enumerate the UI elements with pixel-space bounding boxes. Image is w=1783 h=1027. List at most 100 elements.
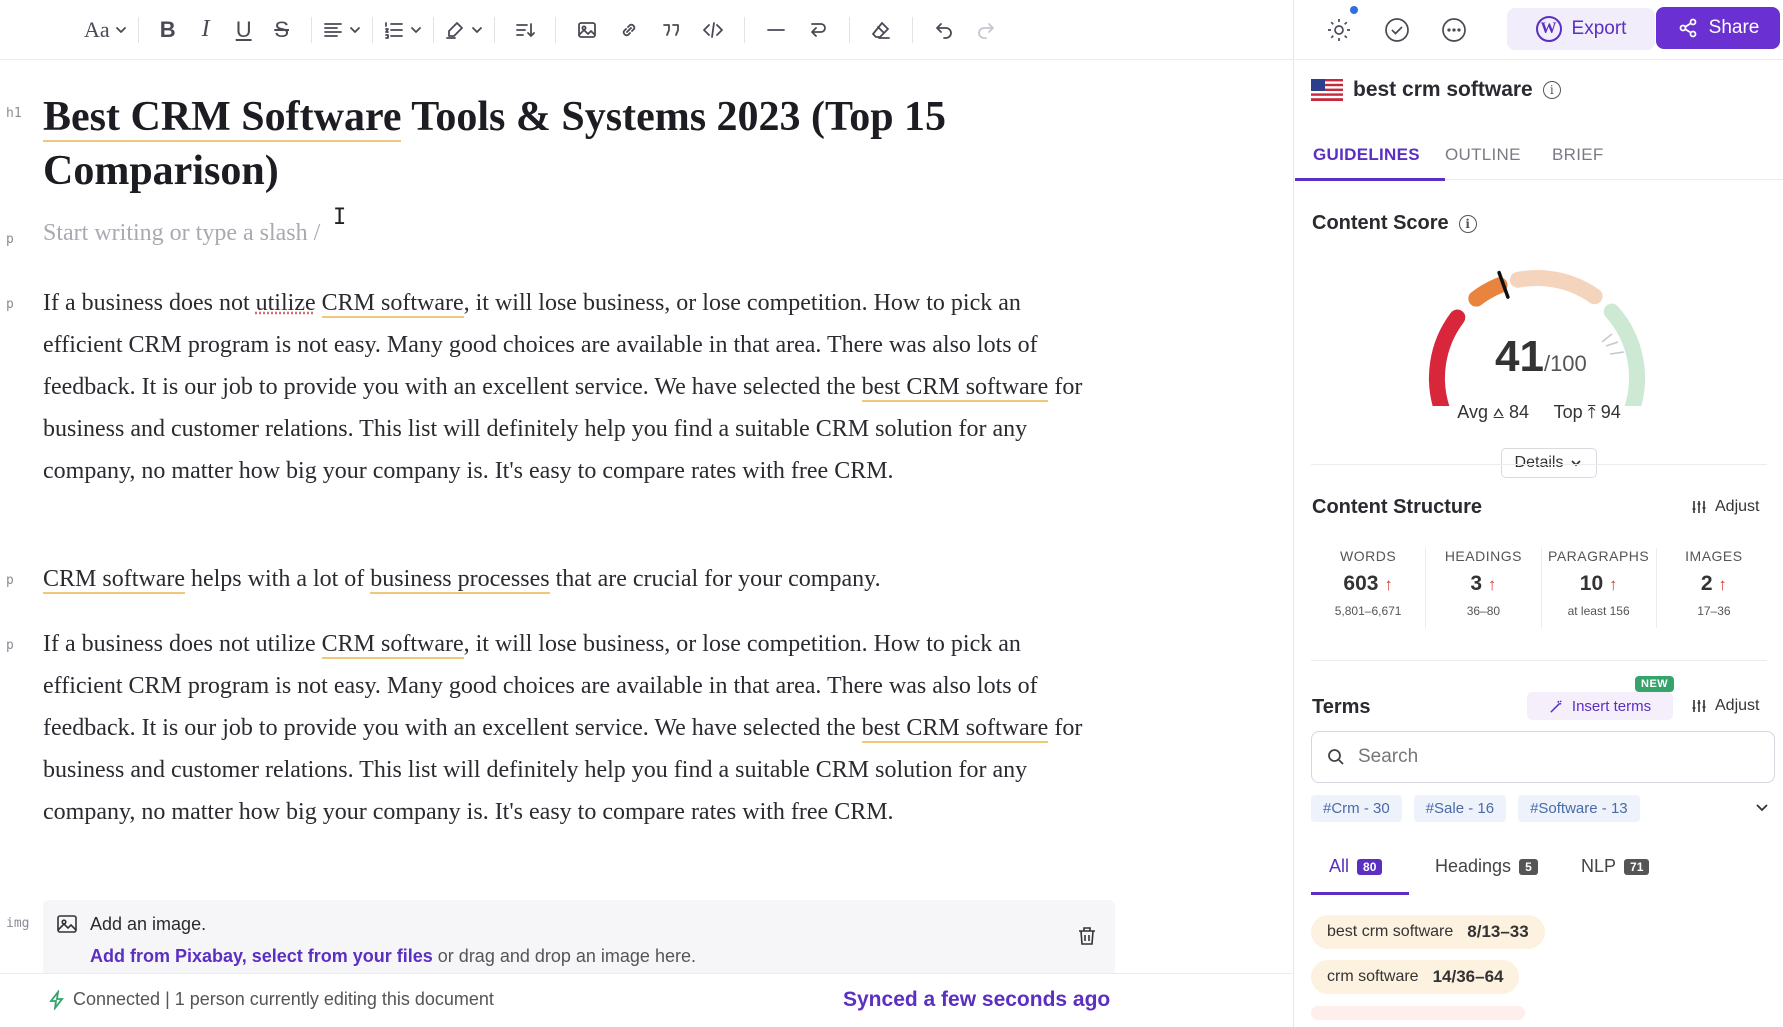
topic-chip[interactable]: #Sale - 16 (1413, 795, 1507, 822)
keyword-highlight[interactable]: CRM software (321, 631, 464, 659)
term-item[interactable]: crm software 14/36–64 (1311, 960, 1520, 994)
more-icon (1442, 18, 1466, 42)
keyword-highlight[interactable]: business processes (370, 566, 550, 594)
keyword-highlight[interactable]: CRM software (321, 290, 464, 318)
italic-button[interactable]: I (187, 10, 225, 50)
insert-terms-label: Insert terms (1571, 697, 1652, 715)
gauge-segment-green (1603, 303, 1646, 406)
target-keyword: best crm software i (1311, 78, 1561, 102)
block-tag-h1: h1 (6, 106, 22, 121)
redo-button[interactable] (965, 10, 1007, 50)
filter-tab-nlp[interactable]: NLP 71 (1581, 856, 1650, 877)
list-button[interactable] (383, 10, 423, 50)
term-count: 14/36–64 (1432, 967, 1504, 986)
content-structure-title: Content Structure (1312, 496, 1482, 518)
filter-tab-label: All (1329, 856, 1350, 876)
bold-button[interactable]: B (149, 10, 187, 50)
terms-search-input[interactable] (1358, 746, 1738, 768)
details-button[interactable]: Details (1501, 448, 1597, 478)
chevron-down-icon (471, 26, 482, 33)
stat-label: PARAGRAPHS (1548, 548, 1650, 564)
more-options-button[interactable] (1438, 14, 1470, 46)
stat-range: at least 156 (1567, 604, 1630, 618)
undo-button[interactable] (923, 10, 965, 50)
connection-text: Connected | 1 person currently editing t… (73, 989, 494, 1009)
stat-value: 2 ↑ (1657, 572, 1771, 596)
insert-terms-button[interactable]: Insert terms (1527, 692, 1673, 720)
image-icon (55, 912, 79, 941)
magic-wand-icon (1550, 699, 1562, 713)
settings-button[interactable] (1323, 14, 1355, 46)
adjust-label: Adjust (1715, 498, 1760, 515)
document-title[interactable]: Best CRM Software Tools & Systems 2023 (… (43, 90, 1103, 198)
sort-button[interactable] (505, 10, 545, 50)
term-item[interactable]: best crm software 8/13–33 (1311, 915, 1545, 949)
count-badge: 5 (1519, 858, 1538, 875)
share-button[interactable]: Share (1656, 7, 1780, 49)
line-break-button[interactable] (797, 10, 839, 50)
writing-placeholder[interactable]: Start writing or type a slash / (43, 220, 320, 247)
content-score-title: Content Score (1312, 212, 1449, 234)
tab-outline[interactable]: OUTLINE (1445, 145, 1521, 165)
highlight-button[interactable] (444, 10, 484, 50)
add-from-pixabay-link[interactable]: Add from Pixabay (90, 946, 242, 966)
clear-format-button[interactable] (860, 10, 902, 50)
paragraph-3[interactable]: If a business does not utilize CRM softw… (43, 623, 1103, 833)
optimization-panel: W Export Share best crm software i GUIDE… (1295, 0, 1783, 1027)
stat-range: 17–36 (1697, 604, 1731, 618)
code-icon (702, 21, 723, 38)
terms-adjust-button[interactable]: Adjust (1691, 697, 1759, 715)
font-size-icon: Aa (84, 16, 110, 42)
info-icon[interactable]: i (1542, 81, 1561, 99)
share-label: Share (1708, 17, 1760, 38)
paragraph-1[interactable]: If a business does not utilize CRM softw… (43, 282, 1103, 492)
tab-brief[interactable]: BRIEF (1552, 145, 1604, 165)
keyword-highlight[interactable]: CRM software (43, 566, 185, 594)
line-break-icon (810, 22, 826, 37)
score-number: 41 (1495, 332, 1544, 381)
sort-icon (515, 22, 535, 37)
document-body[interactable]: h1 Best CRM Software Tools & Systems 202… (0, 60, 1294, 973)
filter-tab-all[interactable]: All 80 (1329, 856, 1383, 877)
insert-image-button[interactable] (566, 10, 608, 50)
redo-icon (977, 22, 994, 39)
align-button[interactable] (322, 10, 362, 50)
chevron-down-icon (349, 26, 360, 33)
tab-guidelines[interactable]: GUIDELINES (1313, 145, 1420, 165)
filter-tab-headings[interactable]: Headings 5 (1435, 856, 1538, 877)
quote-button[interactable] (650, 10, 692, 50)
keyword-highlight[interactable]: best CRM software (861, 715, 1049, 743)
strikethrough-button[interactable]: S (263, 10, 301, 50)
bold-icon: B (159, 16, 176, 42)
image-upload-block[interactable]: Add an image. Add from Pixabay, select f… (43, 900, 1115, 973)
font-size-button[interactable]: Aa (84, 10, 128, 50)
underline-button[interactable]: U (225, 10, 263, 50)
check-button[interactable] (1381, 14, 1413, 46)
keyword-highlight[interactable]: best CRM software (861, 374, 1049, 402)
link-separator: , (241, 946, 252, 966)
spellcheck-word[interactable]: utilize (256, 290, 316, 316)
arrow-up-icon: ↑ (1608, 575, 1618, 594)
info-icon[interactable]: i (1458, 214, 1477, 233)
expand-chips-button[interactable] (1753, 798, 1771, 821)
block-tag-p: p (6, 638, 14, 653)
export-button[interactable]: W Export (1507, 8, 1655, 50)
code-button[interactable] (692, 10, 734, 50)
sliders-icon (1692, 700, 1706, 712)
paragraph-2[interactable]: CRM software helps with a lot of busines… (43, 558, 1103, 600)
select-files-link[interactable]: select from your files (252, 946, 433, 966)
section-divider (1311, 464, 1767, 465)
topic-chip[interactable]: #Software - 13 (1518, 795, 1640, 822)
toolbar-divider (310, 16, 312, 43)
avg-value: 84 (1508, 402, 1529, 422)
divider-icon (766, 28, 785, 31)
chevron-down-icon (1756, 804, 1768, 812)
topic-chip[interactable]: #Crm - 30 (1311, 795, 1402, 822)
delete-block-button[interactable] (1075, 924, 1099, 953)
insert-link-button[interactable] (608, 10, 650, 50)
horizontal-rule-button[interactable] (755, 10, 797, 50)
arrow-up-icon: ↑ (1487, 575, 1497, 594)
avg-label: Avg (1457, 402, 1488, 422)
terms-search[interactable] (1311, 731, 1775, 783)
structure-adjust-button[interactable]: Adjust (1691, 498, 1759, 516)
